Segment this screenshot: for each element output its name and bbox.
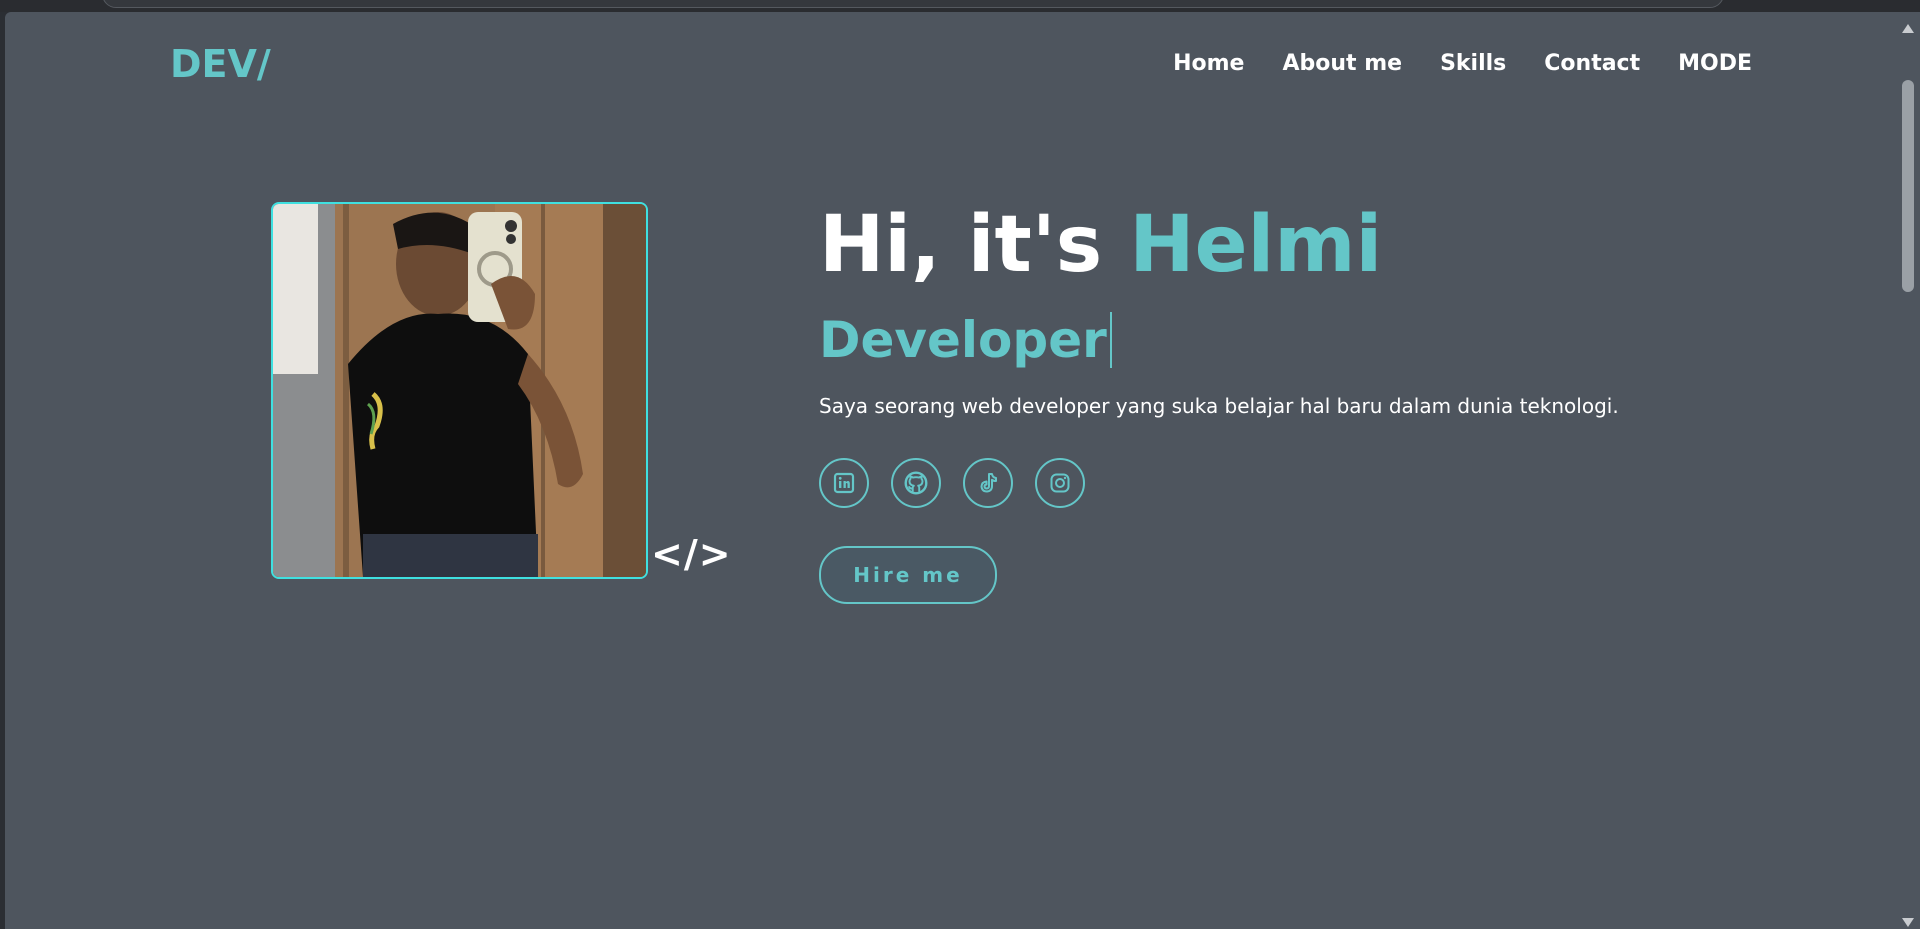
github-link[interactable] [891, 458, 941, 508]
hero-description: Saya seorang web developer yang suka bel… [819, 394, 1619, 418]
address-bar[interactable] [102, 0, 1724, 8]
linkedin-icon [833, 472, 855, 494]
linkedin-link[interactable] [819, 458, 869, 508]
typed-role: Developer [819, 311, 1112, 372]
role-text: Developer [819, 311, 1107, 369]
typing-caret [1109, 311, 1112, 368]
hero-title: Hi, it's Helmi [819, 206, 1382, 284]
nav-skills[interactable]: Skills [1440, 51, 1506, 76]
site-logo[interactable]: DEV/ [170, 42, 271, 86]
nav-home[interactable]: Home [1173, 51, 1244, 76]
nav-about-me[interactable]: About me [1282, 51, 1402, 76]
hire-me-button[interactable]: Hire me [819, 546, 997, 604]
instagram-link[interactable] [1035, 458, 1085, 508]
social-links [819, 458, 1107, 508]
instagram-icon [1050, 473, 1070, 493]
hero-name: Helmi [1129, 200, 1383, 290]
hero-greeting: Hi, it's [819, 200, 1130, 290]
nav-contact[interactable]: Contact [1544, 51, 1640, 76]
github-icon [904, 471, 928, 495]
scrollbar-thumb[interactable] [1902, 80, 1914, 292]
browser-toolbar [0, 0, 1920, 12]
nav-mode-toggle[interactable]: MODE [1678, 51, 1752, 76]
tiktok-link[interactable] [963, 458, 1013, 508]
profile-photo [271, 202, 648, 579]
tiktok-icon [980, 473, 997, 493]
scroll-down-arrow-icon[interactable] [1902, 918, 1914, 927]
code-brackets-icon: </> [651, 532, 732, 576]
main-nav: Home About me Skills Contact MODE [1135, 51, 1752, 76]
scrollbar[interactable] [1897, 12, 1920, 929]
scroll-up-arrow-icon[interactable] [1902, 24, 1914, 33]
